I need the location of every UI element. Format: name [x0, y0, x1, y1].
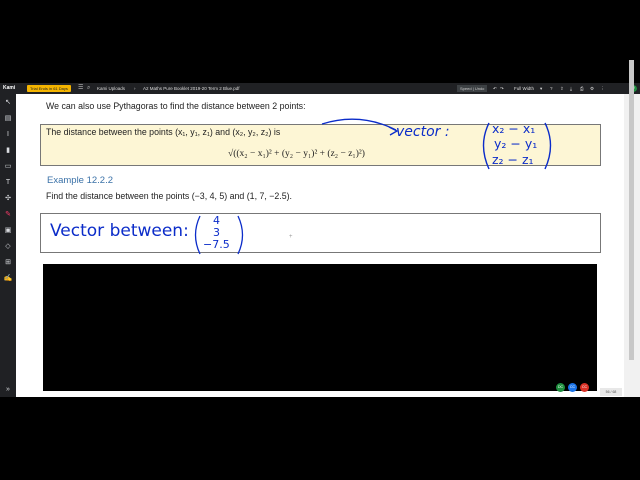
arrow-curve — [321, 118, 397, 131]
redacted-video-overlay — [43, 264, 597, 391]
vector-handwriting: vector : — [396, 124, 450, 140]
vector-row-y: y₂ − y₁ — [494, 136, 538, 151]
vector-row-z: z₂ − z₁ — [492, 152, 534, 167]
collaborator-avatar-1[interactable]: DC — [556, 383, 565, 392]
right-bracket-vector — [544, 122, 552, 170]
left-bracket-vector — [482, 122, 490, 170]
right-bracket-between — [237, 215, 244, 255]
collaborator-avatar-2[interactable]: CC — [568, 383, 577, 392]
vector-row-x: x₂ − x₁ — [492, 121, 536, 136]
vector-between-handwriting: Vector between: — [50, 221, 189, 241]
collaborator-avatar-3[interactable]: CC — [580, 383, 589, 392]
left-bracket-between — [194, 215, 201, 255]
page-indicator[interactable]: 56 / 68 — [600, 388, 622, 396]
text-cursor-icon: + — [289, 234, 293, 240]
vector-between-row3: −7.5 — [203, 238, 230, 251]
